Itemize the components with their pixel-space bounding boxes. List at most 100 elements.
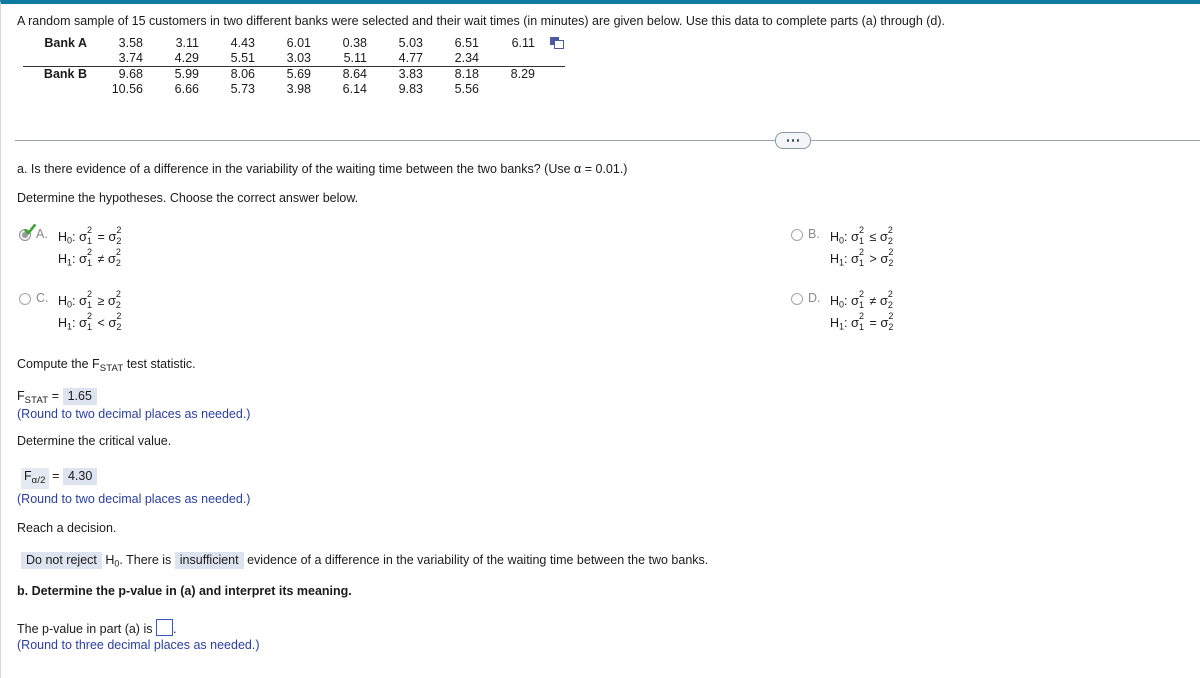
- decision-choice-dropdown[interactable]: Do not reject: [21, 552, 102, 569]
- sigma-2: σ22: [107, 247, 121, 269]
- cell: [479, 82, 535, 97]
- cell: 6.01: [286, 36, 311, 50]
- cell: 5.51: [230, 51, 255, 65]
- option-d-hypotheses: H0: σ21 ≠ σ22 H1: σ21 = σ22: [830, 289, 895, 335]
- cell: 6.51: [454, 36, 479, 50]
- fstat-equals: =: [51, 389, 60, 403]
- h1-label: H: [830, 316, 840, 330]
- cell: 8.18: [423, 66, 479, 82]
- spacer-cell: [535, 82, 565, 97]
- radio-a[interactable]: [19, 229, 31, 241]
- option-b[interactable]: B. H0: σ21 ≤ σ22 H1: σ21 > σ22: [791, 225, 895, 271]
- option-letter: B.: [808, 227, 820, 241]
- copy-to-spreadsheet-icon[interactable]: [550, 37, 565, 50]
- fstat-prompt: Compute the FSTAT test statistic.: [17, 357, 196, 374]
- cell: 5.99: [143, 66, 199, 82]
- fstat-value-box[interactable]: 1.65: [62, 388, 97, 405]
- table-row: Bank B 9.68 5.99 8.06 5.69 8.64 3.83 8.1…: [23, 66, 565, 82]
- cell: [479, 51, 535, 67]
- pvalue-input[interactable]: [155, 619, 173, 636]
- part-b-question: b. Determine the p-value in (a) and inte…: [17, 584, 352, 598]
- relation: ≥: [97, 294, 105, 308]
- sigma-1: σ21: [79, 311, 93, 333]
- option-d[interactable]: D. H0: σ21 ≠ σ22 H1: σ21 = σ22: [791, 289, 895, 335]
- decision-tail-text: evidence of a difference in the variabil…: [247, 553, 709, 567]
- fstat-label-sub: STAT: [24, 394, 49, 406]
- part-a-question: a. Is there evidence of a difference in …: [17, 162, 628, 176]
- critical-answer-row: Fα/2 = 4.30: [21, 468, 98, 489]
- decision-answer-row: Do not reject H0. There is insufficient …: [21, 552, 708, 569]
- critical-label-sub: α/2: [31, 474, 46, 486]
- alt-hypothesis: H1: σ21 ≠ σ22: [58, 247, 121, 269]
- option-a-hypotheses: H0: σ21 = σ22 H1: σ21 ≠ σ22: [58, 225, 123, 271]
- cell: 4.43: [230, 36, 255, 50]
- cell: 0.38: [342, 36, 367, 50]
- sigma-1: σ21: [851, 247, 865, 269]
- sigma-2: σ22: [107, 289, 121, 311]
- part-a-instruction: Determine the hypotheses. Choose the cor…: [17, 191, 359, 205]
- sigma-1: σ21: [79, 289, 93, 311]
- radio-d[interactable]: [791, 293, 803, 305]
- radio-c[interactable]: [19, 293, 31, 305]
- relation: =: [97, 230, 105, 244]
- sigma-2: σ22: [880, 247, 894, 269]
- option-a[interactable]: A. H0: σ21 = σ22 H1: σ21 ≠ σ22: [19, 224, 123, 271]
- relation: ≠: [869, 294, 877, 308]
- table-row: 10.56 6.66 5.73 3.98 6.14 9.83 5.56: [23, 82, 565, 97]
- part-b-round-note: (Round to three decimal places as needed…: [17, 638, 260, 652]
- dot-icon: [796, 139, 800, 142]
- sigma-1: σ21: [851, 225, 865, 247]
- cell: 6.66: [174, 82, 199, 96]
- decision-mid-text: . There is: [119, 553, 172, 567]
- fstat-round-note: (Round to two decimal places as needed.): [17, 407, 251, 421]
- table-row: 3.74 4.29 5.51 3.03 5.11 4.77 2.34: [23, 51, 565, 67]
- evidence-choice-dropdown[interactable]: insufficient: [174, 552, 244, 569]
- fstat-prompt-pre: Compute the F: [17, 357, 100, 371]
- option-b-hypotheses: H0: σ21 ≤ σ22 H1: σ21 > σ22: [830, 225, 895, 271]
- sigma-1: σ21: [79, 247, 93, 269]
- relation: <: [97, 316, 105, 330]
- pvalue-period: .: [172, 622, 177, 636]
- h0-label: H: [58, 230, 68, 244]
- spacer-cell: [535, 51, 565, 67]
- cell: 5.11: [343, 51, 367, 65]
- cell: 6.11: [511, 36, 535, 50]
- h1-label: H: [58, 316, 68, 330]
- option-letter: A.: [36, 227, 48, 241]
- expand-ellipsis-button[interactable]: [775, 132, 811, 149]
- sigma-1: σ21: [79, 225, 93, 247]
- relation: =: [869, 316, 877, 330]
- cell: 2.34: [454, 51, 479, 65]
- relation: ≤: [869, 230, 877, 244]
- relation: >: [869, 252, 877, 266]
- h0-sub: 0: [67, 299, 73, 310]
- critical-equals: =: [52, 469, 60, 483]
- cell: 8.06: [199, 66, 255, 82]
- cell: 3.11: [175, 36, 199, 50]
- cell: 4.77: [398, 51, 423, 65]
- cell: 5.69: [255, 66, 311, 82]
- critical-value-prompt: Determine the critical value.: [17, 434, 172, 448]
- fstat-prompt-sub: STAT: [99, 362, 124, 374]
- sigma-2: σ22: [108, 311, 122, 333]
- problem-statement: A random sample of 15 customers in two d…: [17, 14, 945, 28]
- cell: 5.56: [454, 82, 479, 96]
- sigma-1: σ21: [851, 311, 865, 333]
- h1-label: H: [830, 252, 840, 266]
- radio-b[interactable]: [791, 229, 803, 241]
- fstat-label: F: [17, 389, 25, 403]
- h0-label: H: [830, 294, 840, 308]
- exercise-page: A random sample of 15 customers in two d…: [0, 0, 1200, 678]
- row-label-blank: [23, 51, 87, 67]
- cell: 9.68: [87, 66, 143, 82]
- part-b-answer-row: The p-value in part (a) is .: [17, 619, 176, 636]
- option-c[interactable]: C. H0: σ21 ≥ σ22 H1: σ21 < σ22: [19, 289, 123, 335]
- cell: 8.29: [479, 66, 535, 82]
- sigma-2: σ22: [880, 311, 894, 333]
- critical-label: Fα/2: [21, 468, 49, 489]
- cell: 5.73: [230, 82, 255, 96]
- sigma-2: σ22: [879, 289, 893, 311]
- h1-sub: 1: [839, 321, 845, 332]
- relation: ≠: [97, 252, 105, 266]
- critical-value-box[interactable]: 4.30: [62, 468, 98, 485]
